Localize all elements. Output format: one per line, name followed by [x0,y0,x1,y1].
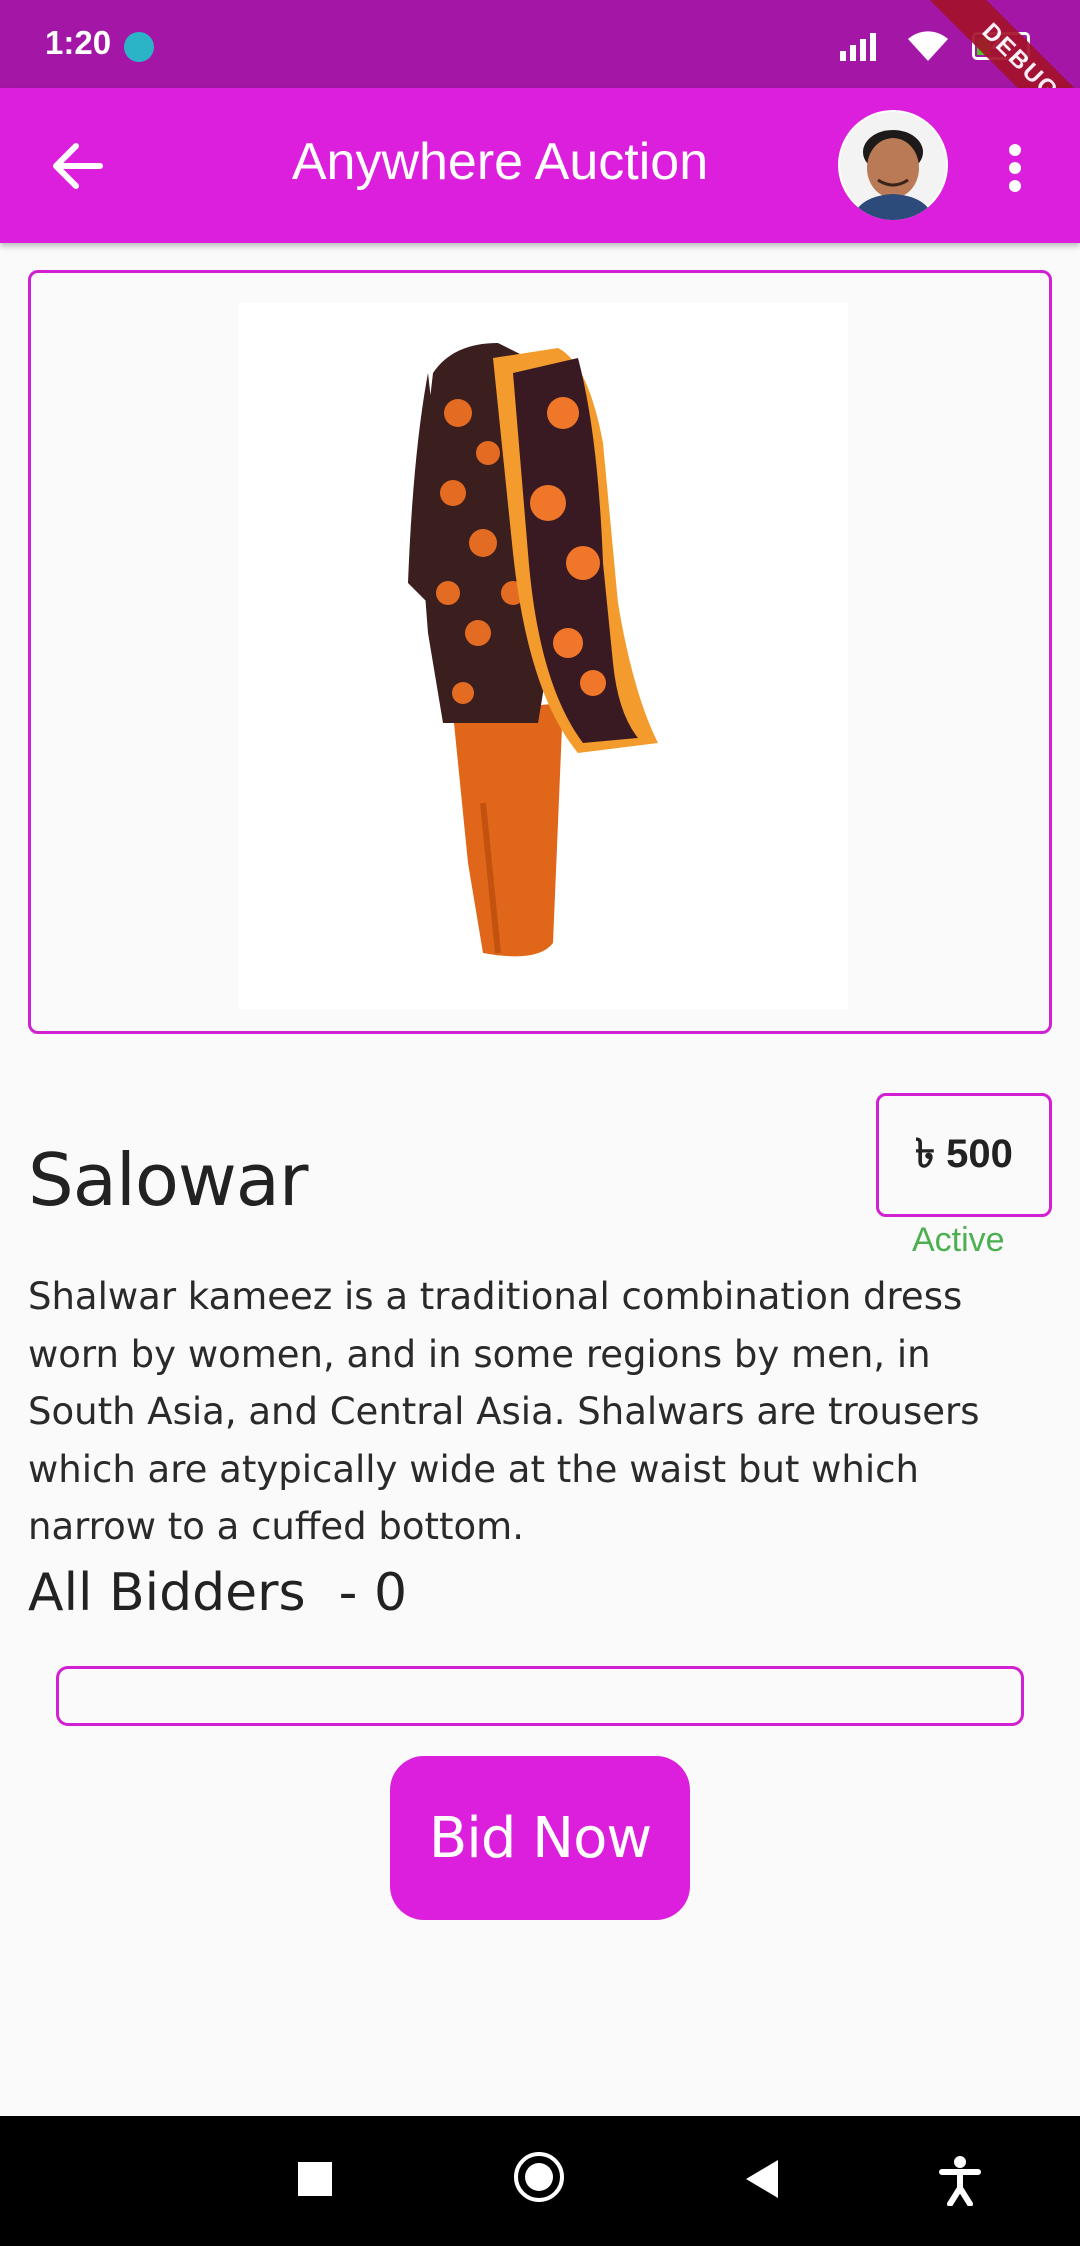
bid-amount-input[interactable] [56,1666,1024,1726]
bidders-count: All Bidders - 0 [28,1563,408,1623]
salwar-kameez-image [408,343,658,957]
status-bar: 1:20 29 DEBUG [0,0,1080,169]
avatar[interactable] [838,110,948,220]
product-image [238,303,848,1009]
product-name: Salowar [28,1138,308,1222]
price-badge: ৳ 500 [876,1093,1052,1217]
more-vert-icon[interactable] [995,138,1035,198]
recents-square-icon[interactable] [298,2162,332,2196]
wifi-icon [908,31,948,61]
home-circle-icon[interactable] [514,2152,564,2202]
avatar-photo [840,112,946,220]
bid-now-button[interactable]: Bid Now [390,1756,690,1920]
signal-icon [840,33,876,61]
app-bar: Anywhere Auction [0,88,1080,243]
status-time: 1:20 [45,24,112,61]
auction-status: Active [912,1221,1005,1259]
accessibility-icon[interactable] [938,2156,982,2206]
product-description: Shalwar kameez is a traditional combinat… [28,1275,980,1548]
back-triangle-icon[interactable] [746,2160,778,2198]
product-image-card [28,270,1052,1034]
android-icon [124,32,154,62]
system-nav-bar [0,2116,1080,2246]
